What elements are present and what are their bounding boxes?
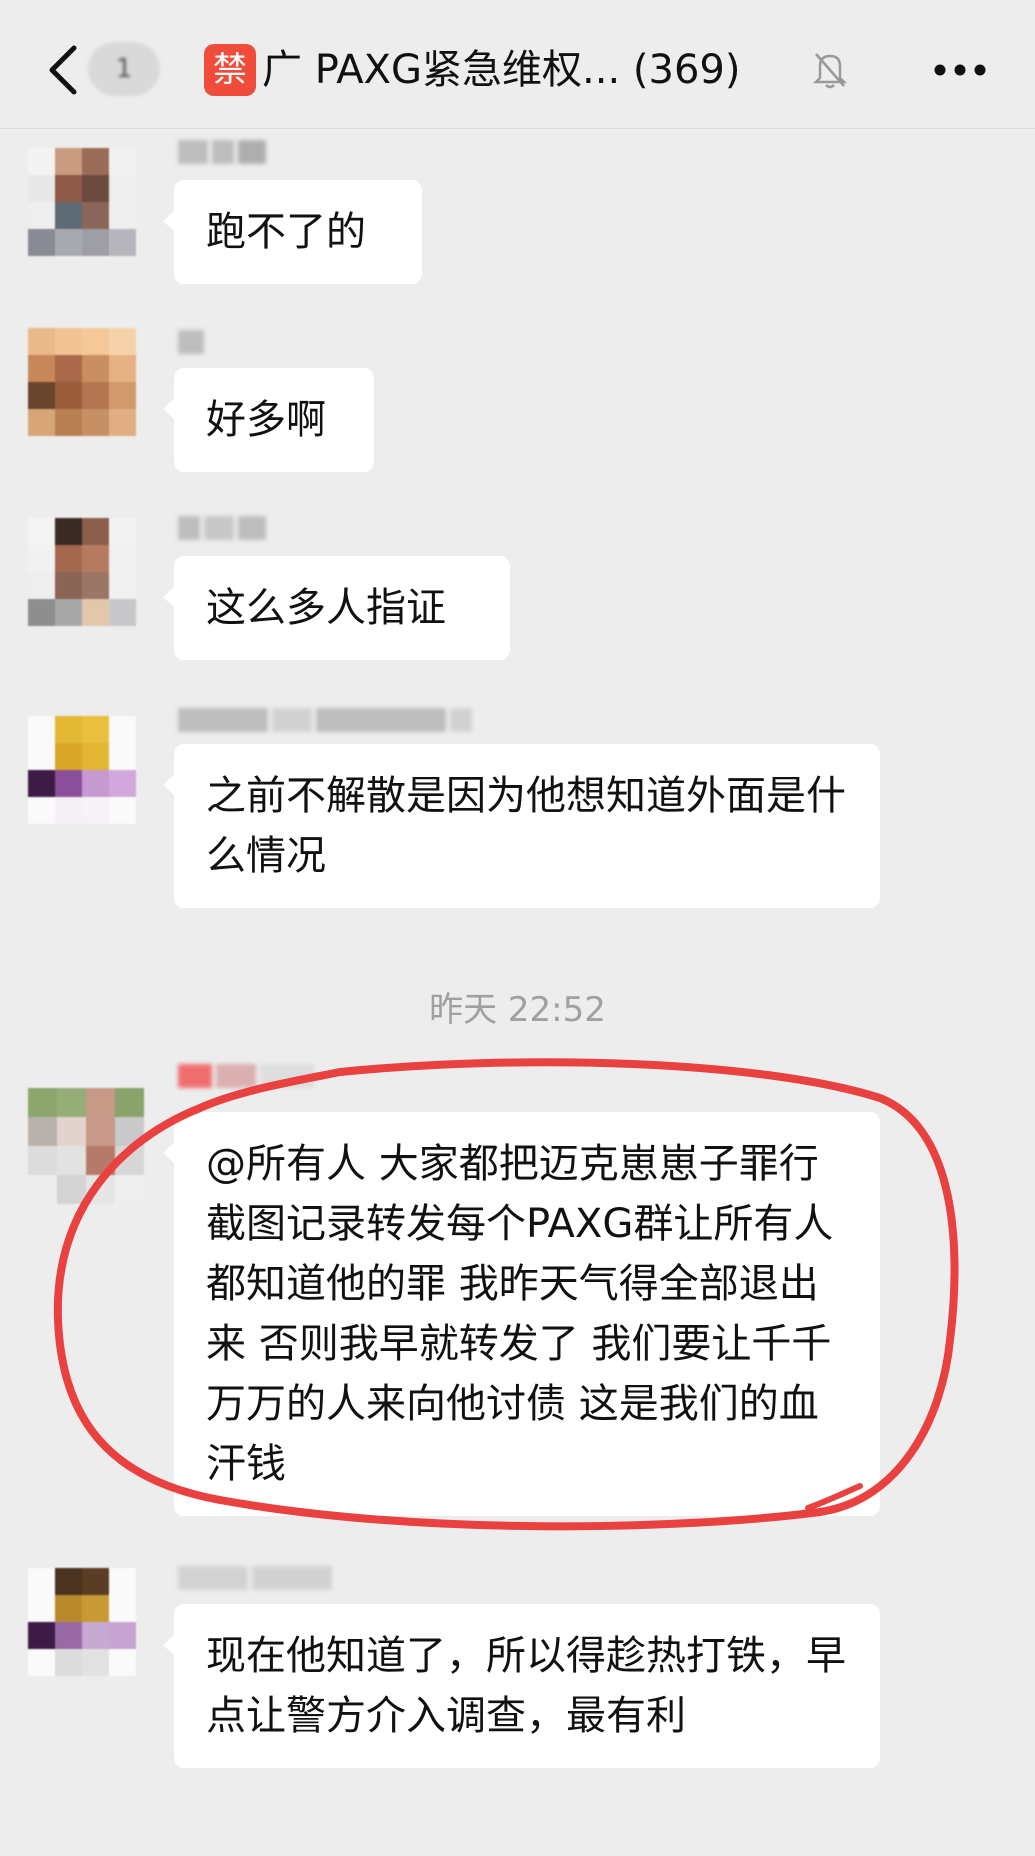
message-bubble[interactable]: 好多啊 — [163, 368, 374, 472]
message-bubble[interactable]: 跑不了的 — [163, 180, 422, 284]
chat-header: 1 禁 广 PAXG紧急维权... (369) — [0, 0, 1035, 129]
back-icon[interactable] — [44, 44, 84, 96]
sender-name — [178, 330, 204, 360]
avatar[interactable] — [28, 716, 136, 824]
forbid-badge: 禁 — [204, 44, 256, 96]
avatar[interactable] — [28, 1088, 144, 1204]
unread-count-badge[interactable]: 1 — [88, 42, 160, 96]
message-bubble[interactable]: @所有人 大家都把迈克崽崽子罪行截图记录转发每个PAXG群让所有人都知道他的罪 … — [163, 1112, 880, 1516]
unread-count: 1 — [115, 54, 133, 84]
more-icon[interactable] — [932, 62, 988, 78]
message-bubble[interactable]: 之前不解散是因为他想知道外面是什么情况 — [163, 744, 880, 908]
sender-name — [178, 1566, 332, 1596]
avatar[interactable] — [28, 518, 136, 626]
sender-name — [178, 516, 266, 546]
sender-name — [178, 1064, 314, 1094]
sender-name — [178, 708, 472, 738]
mute-bell-icon — [812, 53, 848, 89]
message-bubble[interactable]: 现在他知道了，所以得趁热打铁，早点让警方介入调查，最有利 — [163, 1604, 880, 1768]
highlight-circle — [53, 1058, 959, 1531]
message-bubble[interactable]: 这么多人指证 — [163, 556, 510, 660]
message-timestamp: 昨天 22:52 — [429, 990, 606, 1030]
avatar[interactable] — [28, 1568, 136, 1676]
avatar[interactable] — [28, 328, 136, 436]
sender-name — [178, 140, 266, 170]
chat-title[interactable]: 广 PAXG紧急维权... (369) — [262, 40, 740, 100]
avatar[interactable] — [28, 148, 136, 256]
